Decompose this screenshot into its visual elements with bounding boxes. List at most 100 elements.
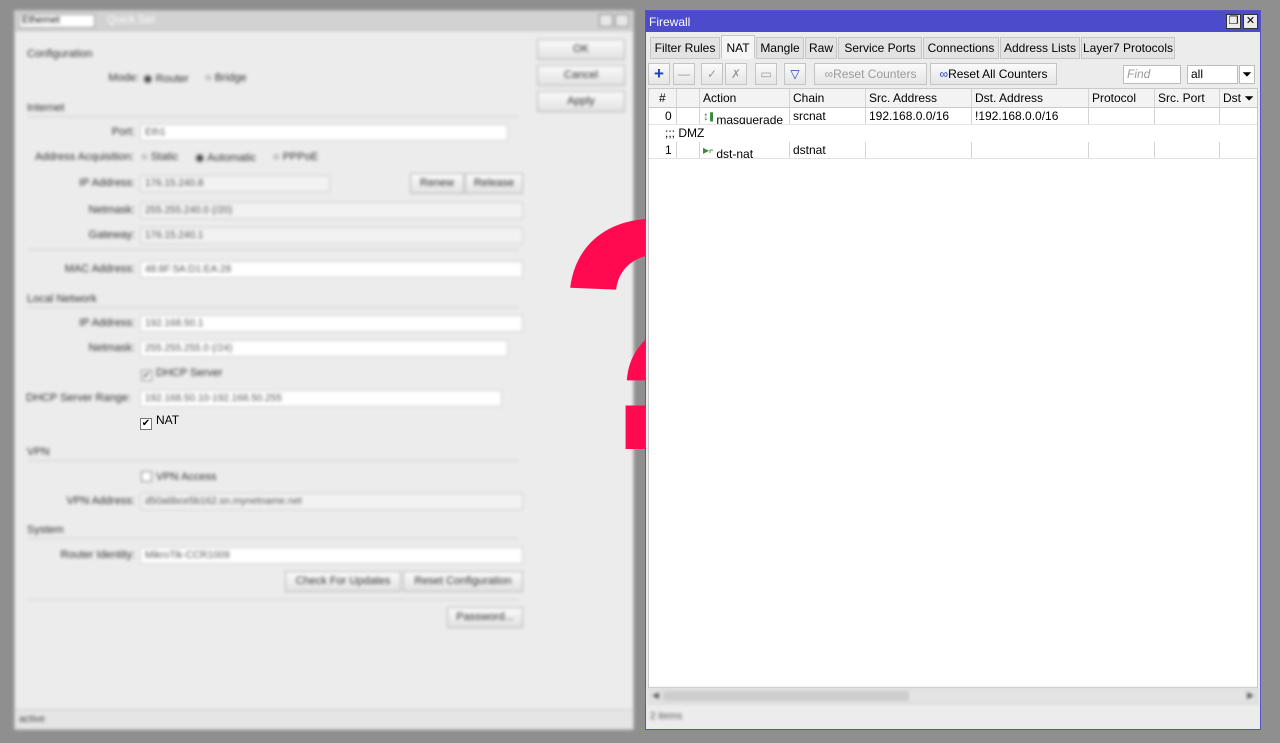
filter-icon[interactable]: ▽ (784, 63, 806, 85)
cancel-button[interactable]: Cancel (537, 65, 625, 86)
port-label: Port: (111, 126, 135, 138)
mode-router-radio[interactable]: ◉ Router (143, 72, 189, 85)
row-flags (677, 108, 700, 124)
vpn-address-label: VPN Address: (66, 495, 135, 507)
quickset-window: Ethernet Quick Set OK Cancel Apply Confi… (14, 10, 634, 730)
divider (27, 538, 519, 539)
col-dst-address[interactable]: Dst. Address (972, 89, 1089, 107)
dhcp-range-label: DHCP Server Range: (26, 392, 131, 404)
scroll-right-icon[interactable]: ▶ (1247, 690, 1254, 701)
lan-netmask-select[interactable]: 255.255.255.0 (/24) (140, 340, 508, 357)
table-row[interactable]: 0 ↕▮ masquerade srcnat 192.168.0.0/16 !1… (649, 108, 1257, 125)
table-row-comment[interactable]: ;;; DMZ (649, 125, 1257, 142)
col-dst-port[interactable]: Dst ⏷ (1220, 89, 1257, 107)
row-number: 0 (649, 108, 677, 124)
restore-icon[interactable]: ❐ (1226, 14, 1241, 29)
find-input[interactable]: Find (1123, 65, 1181, 84)
firewall-toolbar: + — ✓ ✗ ▭ ▽ ∞ Reset Counters ∞ Reset All… (646, 61, 1260, 87)
apply-button[interactable]: Apply (537, 91, 625, 112)
remove-icon[interactable]: — (673, 63, 695, 85)
firewall-title: Firewall (649, 15, 691, 29)
dst-nat-icon: ▸⌐ (703, 143, 713, 157)
divider (27, 460, 519, 461)
firewall-window: Firewall ❐ ✕ Filter Rules NAT Mangle Raw… (645, 10, 1261, 730)
reset-counters-button[interactable]: ∞ Reset Counters (814, 63, 927, 85)
row-chain: srcnat (790, 108, 866, 124)
identity-field[interactable]: MikroTik-CCR1009 (140, 547, 523, 564)
quickset-mode-dropdown[interactable]: Ethernet (19, 14, 95, 28)
tab-connections[interactable]: Connections (923, 37, 999, 59)
lan-netmask-label: Netmask: (88, 342, 135, 354)
wan-ip-label: IP Address: (78, 177, 135, 189)
table-header: # Action Chain Src. Address Dst. Address… (649, 89, 1257, 108)
identity-label: Router Identity: (60, 549, 135, 561)
section-vpn: VPN (27, 446, 50, 458)
divider (27, 249, 519, 250)
col-protocol[interactable]: Protocol (1089, 89, 1155, 107)
add-icon[interactable]: + (648, 63, 670, 85)
scroll-left-icon[interactable]: ◀ (652, 690, 659, 701)
col-src-port[interactable]: Src. Port (1155, 89, 1220, 107)
port-select[interactable]: Eth1 (140, 124, 508, 141)
reset-configuration-button[interactable]: Reset Configuration (403, 571, 523, 592)
firewall-titlebar: Firewall ❐ ✕ (646, 11, 1260, 32)
divider (27, 116, 519, 117)
comment-icon[interactable]: ▭ (755, 63, 777, 85)
col-action[interactable]: Action (700, 89, 790, 107)
col-src-address[interactable]: Src. Address (866, 89, 972, 107)
dhcp-range-field[interactable]: 192.168.50.10-192.168.50.255 (140, 390, 502, 407)
disable-icon[interactable]: ✗ (725, 63, 747, 85)
lan-ip-label: IP Address: (78, 317, 135, 329)
quickset-status: active (15, 709, 633, 729)
check-updates-button[interactable]: Check For Updates (285, 571, 401, 592)
tab-nat[interactable]: NAT (721, 35, 755, 59)
acq-auto-radio[interactable]: ◉ Automatic (195, 151, 256, 164)
quickset-titlebar: Ethernet Quick Set (15, 11, 633, 31)
col-number[interactable]: # (649, 89, 677, 107)
wan-ip-field[interactable]: 176.15.240.8 (140, 175, 330, 192)
reset-all-counters-button[interactable]: ∞ Reset All Counters (930, 63, 1057, 85)
dhcp-server-checkbox[interactable]: ✔ DHCP Server (141, 367, 222, 381)
tab-address-lists[interactable]: Address Lists (1000, 37, 1080, 59)
row-src-address (866, 142, 972, 158)
row-src-address: 192.168.0.0/16 (866, 108, 972, 124)
close-icon[interactable] (615, 14, 629, 27)
close-icon[interactable]: ✕ (1243, 14, 1258, 29)
ok-button[interactable]: OK (537, 39, 625, 60)
row-src-port (1155, 108, 1220, 124)
acq-pppoe-radio[interactable]: ○ PPPoE (273, 151, 318, 163)
gateway-field[interactable]: 176.15.240.1 (140, 227, 523, 244)
horizontal-scrollbar[interactable]: ◀ ▶ (648, 688, 1258, 704)
section-configuration: Configuration (27, 48, 93, 60)
tab-layer7-protocols[interactable]: Layer7 Protocols (1081, 37, 1175, 59)
divider (27, 599, 519, 600)
tab-filter-rules[interactable]: Filter Rules (650, 37, 720, 59)
tab-raw[interactable]: Raw (805, 37, 837, 59)
renew-button[interactable]: Renew (410, 173, 464, 194)
table-row[interactable]: 1 ▸⌐ dst-nat dstnat (649, 142, 1257, 159)
release-button[interactable]: Release (465, 173, 523, 194)
col-chain[interactable]: Chain (790, 89, 866, 107)
tab-mangle[interactable]: Mangle (756, 37, 804, 59)
divider (27, 307, 519, 308)
tab-service-ports[interactable]: Service Ports (838, 37, 922, 59)
vpn-address-field[interactable]: d50a6bce5b162.sn.mynetname.net (140, 493, 523, 510)
mode-bridge-radio[interactable]: ○ Bridge (205, 72, 247, 84)
col-flags[interactable] (677, 89, 700, 107)
reset-all-counters-icon: ∞ (939, 67, 949, 81)
dropdown-arrow-icon[interactable]: ⏷ (1239, 65, 1255, 84)
wan-netmask-field[interactable]: 255.255.240.0 (/20) (140, 202, 523, 219)
mac-field[interactable]: 48:8F:5A:D1:EA:28 (140, 261, 523, 278)
mode-label: Mode: (108, 72, 139, 84)
scrollbar-thumb[interactable] (663, 691, 909, 701)
acq-static-radio[interactable]: ○ Static (141, 151, 178, 163)
nat-checkbox[interactable]: ✔ NAT (140, 413, 179, 430)
lan-ip-field[interactable]: 192.168.50.1 (140, 315, 523, 332)
restore-icon[interactable] (599, 14, 613, 27)
row-dst-address: !192.168.0.0/16 (972, 108, 1089, 124)
filter-select[interactable]: all (1187, 65, 1238, 84)
enable-icon[interactable]: ✓ (701, 63, 723, 85)
vpn-access-checkbox[interactable]: VPN Access (141, 471, 217, 483)
password-button[interactable]: Password... (447, 607, 523, 628)
row-protocol (1089, 108, 1155, 124)
